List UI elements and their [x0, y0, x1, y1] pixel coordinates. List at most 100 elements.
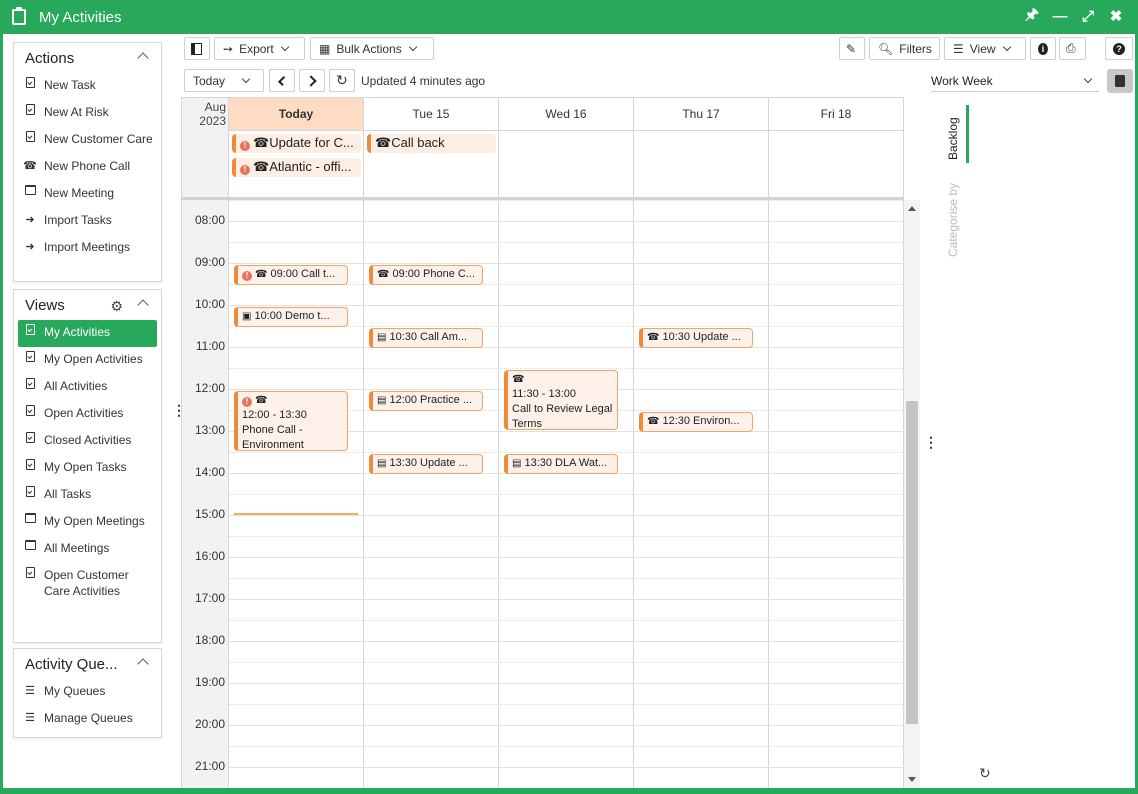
action-item[interactable]: New Customer Care: [14, 127, 161, 154]
maximize-icon[interactable]: ⤢: [1080, 7, 1096, 25]
sidebar-view-item[interactable]: My Open Meetings: [14, 509, 161, 536]
phone-icon: ☎: [647, 332, 660, 343]
hour-gridline: [229, 368, 904, 369]
close-icon[interactable]: ✖: [1108, 7, 1124, 25]
pin-icon[interactable]: 🖈︎: [1024, 6, 1040, 25]
phone-icon: ☎: [253, 159, 270, 174]
allday-cell[interactable]: [499, 131, 634, 197]
scroll-up-icon[interactable]: [908, 206, 916, 211]
left-splitter-handle[interactable]: ⋮: [172, 403, 186, 417]
calendar-event[interactable]: ☎ 09:00 Phone C...: [369, 265, 483, 285]
allday-cell[interactable]: [769, 131, 904, 197]
allday-cell[interactable]: [634, 131, 769, 197]
views-list: My Activities My Open Activities All Activ…: [14, 320, 161, 602]
book-icon: [1115, 75, 1125, 87]
action-item-label: New At Risk: [44, 105, 109, 119]
tab-backlog[interactable]: Backlog: [946, 117, 960, 160]
calendar-event[interactable]: ! ☎ 12:00 - 13:30 Phone Call - Environment: [234, 391, 348, 451]
sidebar-view-item[interactable]: All Tasks: [14, 482, 161, 509]
allday-event[interactable]: ! ☎Update for C...: [232, 134, 361, 153]
hour-gridline: [229, 578, 904, 579]
window-titlebar: My Activities 🖈︎ — ⤢ ✖: [0, 0, 1138, 34]
calendar-event[interactable]: ▤ 13:30 Update ...: [369, 454, 483, 474]
bulk-actions-button[interactable]: ▦ Bulk Actions: [310, 37, 434, 60]
day-header[interactable]: Wed 16: [499, 98, 634, 131]
hour-gridline: [229, 200, 904, 201]
action-item[interactable]: ☎ New Phone Call: [14, 154, 161, 181]
filters-button[interactable]: 🔍︎ Filters: [869, 37, 940, 60]
sidebar-view-item[interactable]: Open Customer Care Activities: [14, 563, 161, 602]
refresh-icon: ↻: [336, 72, 348, 88]
sidebar-view-item[interactable]: My Open Tasks: [14, 455, 161, 482]
clipboard-icon: ▤: [377, 395, 387, 406]
calendar-event[interactable]: ☎ 11:30 - 13:00 Call to Review Legal Terms: [504, 370, 618, 430]
task-icon: [24, 350, 36, 362]
allday-event[interactable]: ☎Call back: [367, 134, 496, 153]
next-button[interactable]: [299, 69, 325, 92]
action-item[interactable]: New Task: [14, 73, 161, 100]
action-item[interactable]: ➜ Import Tasks: [14, 208, 161, 235]
actions-panel-header[interactable]: Actions: [14, 43, 161, 73]
scroll-down-icon[interactable]: [908, 777, 916, 782]
view-item-label: Open Activities: [44, 406, 124, 420]
action-item[interactable]: New Meeting: [14, 181, 161, 208]
event-title: Phone Call - Environment: [242, 424, 304, 451]
action-item-label: New Meeting: [44, 186, 115, 200]
sidebar-view-item[interactable]: My Activities: [18, 320, 157, 347]
info-button[interactable]: i: [1030, 37, 1056, 60]
calendar-event[interactable]: ▤ 12:00 Practice ...: [369, 391, 483, 411]
calendar-event[interactable]: ▤ 13:30 DLA Wat...: [504, 454, 618, 474]
calendar-event[interactable]: ☎ 10:30 Update ...: [639, 328, 753, 348]
action-item[interactable]: New At Risk: [14, 100, 161, 127]
clipboard-glyph: [25, 567, 35, 578]
time-label: 15:00: [194, 507, 225, 521]
day-header[interactable]: Fri 18: [769, 98, 904, 131]
refresh-icon[interactable]: ↻: [979, 765, 991, 782]
allday-event[interactable]: ! ☎Atlantic - offi...: [232, 158, 361, 177]
sidebar-view-item[interactable]: Open Activities: [14, 401, 161, 428]
chevron-left-icon: [278, 75, 288, 86]
day-header[interactable]: Thu 17: [634, 98, 769, 131]
right-splitter-handle[interactable]: ⋮: [924, 435, 938, 449]
calendar-event[interactable]: ▣ 10:00 Demo t...: [234, 307, 348, 327]
export-button[interactable]: ➙ Export: [214, 37, 305, 60]
calendar-icon: [24, 184, 36, 195]
calendar-event[interactable]: ! ☎ 09:00 Call t...: [234, 265, 348, 285]
scroll-thumb[interactable]: [906, 401, 918, 724]
refresh-button[interactable]: ↻: [329, 69, 355, 92]
collapse-chevron-icon[interactable]: [137, 52, 149, 64]
queue-item[interactable]: ☰ Manage Queues: [14, 706, 161, 733]
edit-button[interactable]: ✎: [839, 37, 865, 60]
day-header[interactable]: Today: [229, 98, 364, 131]
collapse-chevron-icon[interactable]: [137, 299, 149, 311]
event-title: 09:00 Call t...: [270, 268, 336, 280]
tab-categorise-by[interactable]: Categorise by: [946, 183, 960, 257]
print-button[interactable]: ⎙: [1059, 37, 1086, 60]
view-mode-select[interactable]: Work Week: [931, 70, 1099, 92]
toggle-sidebar-button[interactable]: [184, 37, 210, 60]
calendar-event[interactable]: ☎ 12:30 Environ...: [639, 412, 753, 432]
today-dropdown[interactable]: Today: [184, 69, 264, 92]
collapse-chevron-icon[interactable]: [137, 658, 149, 670]
sidebar-view-item[interactable]: My Open Activities: [14, 347, 161, 374]
gear-icon[interactable]: ⚙: [110, 298, 123, 315]
view-item-label: All Meetings: [44, 541, 110, 555]
queue-item[interactable]: ☰ My Queues: [14, 679, 161, 706]
previous-button[interactable]: [269, 69, 295, 92]
help-button[interactable]: ?: [1105, 37, 1133, 60]
queues-panel-header[interactable]: Activity Que...: [14, 649, 161, 679]
calendar-scrollbar[interactable]: [904, 200, 920, 788]
view-button[interactable]: ☰ View: [944, 37, 1026, 60]
sidebar-view-item[interactable]: Closed Activities: [14, 428, 161, 455]
day-header[interactable]: Tue 15: [364, 98, 499, 131]
views-panel-header[interactable]: Views ⚙: [14, 290, 161, 320]
action-item[interactable]: ➜ Import Meetings: [14, 235, 161, 262]
calendar-glyph: [24, 540, 36, 550]
minimize-icon[interactable]: —: [1052, 7, 1068, 25]
sidebar-view-item[interactable]: All Meetings: [14, 536, 161, 563]
calendar-event[interactable]: ▤ 10:30 Call Am...: [369, 328, 483, 348]
hour-gridline: [229, 704, 904, 705]
backlog-panel-button[interactable]: [1107, 69, 1133, 93]
sidebar-view-item[interactable]: All Activities: [14, 374, 161, 401]
hour-gridline: [229, 494, 904, 495]
